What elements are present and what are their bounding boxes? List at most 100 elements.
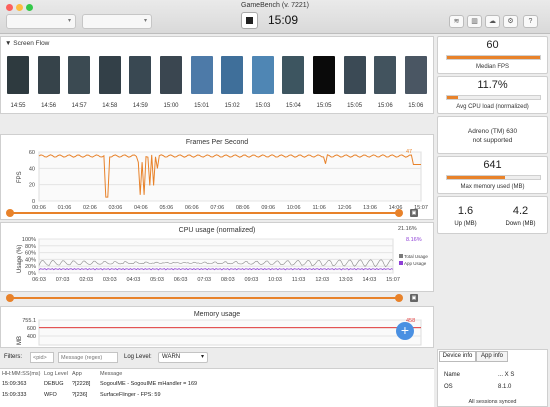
triangle-down-icon: ▼ — [5, 40, 12, 47]
app-select[interactable]: ▾ — [82, 14, 152, 29]
thumbnail-time: 14:56 — [41, 103, 57, 109]
cpu-chart-panel: CPU usage (normalized) Usage (%) 100% 80%… — [0, 222, 434, 292]
screenshot-thumbnail[interactable] — [7, 56, 29, 94]
screenshot-thumbnail[interactable] — [129, 56, 152, 94]
trash-button[interactable]: ▥ — [467, 15, 482, 28]
stop-icon — [246, 17, 253, 24]
cpu-load-value: 11.7% — [477, 79, 508, 91]
screenshot-thumbnail[interactable] — [343, 56, 366, 94]
screen-flow-header[interactable]: ▼ Screen Flow — [5, 40, 49, 47]
download-value: 4.2 — [512, 205, 529, 217]
plus-icon: + — [400, 322, 410, 338]
log-level: DEBUG — [44, 381, 64, 387]
cpu-x-tick: 06:03 — [32, 277, 46, 283]
log-level: WFO — [44, 392, 57, 398]
screenshot-thumbnail[interactable] — [313, 56, 335, 94]
gear-icon: ⚙ — [507, 18, 514, 25]
fps-slider-end-handle[interactable] — [395, 209, 403, 217]
network-card: 1.6 Up (MB) 4.2 Down (MB) — [437, 196, 548, 234]
memory-y-tick: 600 — [27, 326, 36, 332]
log-level-select[interactable]: WARN ▾ — [158, 352, 208, 363]
cpu-slider-start-handle[interactable] — [6, 294, 14, 302]
message-filter-input[interactable] — [58, 352, 118, 363]
thumbnail-time: 14:57 — [71, 103, 87, 109]
screenshot-thumbnail[interactable] — [374, 56, 397, 94]
screenshot-thumbnail[interactable] — [160, 56, 182, 94]
fps-chart: 604020000:06 01:06 02:06 03:06 04:06 05:06 06:… — [29, 150, 428, 211]
log-header-time[interactable]: HH:MM:SS(ms) — [2, 371, 41, 377]
median-fps-label: Median FPS — [475, 64, 509, 70]
thumbnail-time: 15:06 — [408, 103, 424, 109]
tab-device-info[interactable]: Device info — [439, 351, 476, 362]
lock-icon[interactable]: ▣ — [410, 209, 418, 217]
log-app: ?[236] — [72, 392, 88, 398]
gpu-status: not supported — [472, 137, 513, 144]
add-marker-button[interactable]: + — [396, 322, 414, 340]
cloud-upload-button[interactable]: ☁ — [485, 15, 500, 28]
settings-button[interactable]: ⚙ — [503, 15, 518, 28]
legend-app-label: App Usage — [404, 261, 427, 266]
median-fps-bar — [446, 55, 541, 60]
thumbnail-time: 14:58 — [102, 103, 118, 109]
cpu-x-tick: 04:03 — [127, 277, 141, 283]
wifi-button[interactable]: ≋ — [449, 15, 464, 28]
screenshot-thumbnail[interactable] — [221, 56, 244, 94]
fps-x-tick: 08:06 — [236, 205, 250, 211]
memory-bar-fill — [447, 176, 505, 179]
log-message: SogouIME - SogouIME mHandler = 169 — [100, 381, 198, 387]
screenshot-thumbnail[interactable] — [282, 56, 305, 94]
memory-chart-panel: Memory usage MB 755.1 600 400 458 + — [0, 306, 434, 348]
fps-x-tick: 12:06 — [338, 205, 352, 211]
screenshot-thumbnail[interactable] — [404, 56, 427, 94]
log-app: ?[2228] — [72, 381, 91, 387]
lock-icon[interactable]: ▣ — [410, 294, 418, 302]
fps-current-value: 47 — [406, 149, 413, 155]
fps-x-tick: 01:06 — [58, 205, 72, 211]
screenshot-thumbnail[interactable] — [37, 56, 60, 94]
cpu-load-label: Avg CPU load (normalized) — [456, 104, 529, 110]
screen-flow-title: Screen Flow — [13, 40, 50, 47]
cpu-timeline-slider[interactable] — [8, 297, 400, 299]
fps-x-tick: 04:06 — [134, 205, 148, 211]
sync-status: All sessions synced — [468, 399, 517, 405]
cpu-total-value: 21.16% — [398, 226, 417, 232]
fps-chart-panel: Frames Per Second FPS 60 40 20 0 00:06 01:06 0… — [0, 134, 434, 220]
fps-slider-start-handle[interactable] — [6, 209, 14, 217]
fps-x-tick: 10:06 — [287, 205, 301, 211]
screenshot-thumbnail[interactable] — [190, 56, 213, 94]
cpu-slider-end-handle[interactable] — [395, 294, 403, 302]
help-button[interactable]: ? — [523, 15, 538, 28]
screenshot-thumbnail[interactable] — [68, 56, 91, 94]
memory-card: 641 Max memory used (MB) — [437, 156, 548, 194]
stop-recording-button[interactable] — [241, 12, 258, 29]
log-level-label: Log Level: — [124, 354, 152, 360]
chevron-down-icon: ▾ — [143, 18, 147, 24]
chevron-down-icon: ▾ — [67, 18, 71, 24]
log-table: HH:MM:SS(ms) Log Level App Message 15:09… — [0, 368, 434, 407]
log-header-level[interactable]: Log Level — [44, 371, 68, 377]
screenshot-thumbnail[interactable] — [251, 56, 274, 94]
device-info-panel: Device info App info Name ... X S OS 8.1… — [437, 349, 548, 407]
cpu-x-tick: 14:03 — [363, 277, 377, 283]
pid-filter-input[interactable] — [30, 352, 54, 363]
log-header-app[interactable]: App — [72, 371, 82, 377]
fps-timeline-slider[interactable] — [8, 212, 400, 214]
fps-x-tick: 00:06 — [32, 205, 46, 211]
median-fps-bar-fill — [447, 56, 540, 59]
log-header-message[interactable]: Message — [100, 371, 122, 377]
device-os-value: 8.1.0 — [498, 384, 512, 390]
fps-x-tick: 09:06 — [261, 205, 275, 211]
legend-swatch-app — [399, 261, 403, 265]
log-time: 15:09:363 — [2, 381, 27, 387]
cpu-x-tick: 09:03 — [245, 277, 259, 283]
cpu-y-tick: 60% — [25, 251, 36, 257]
memory-max-label: Max memory used (MB) — [460, 184, 525, 190]
screenshot-thumbnail[interactable] — [98, 56, 121, 94]
device-select[interactable]: ▾ — [6, 14, 76, 29]
tab-app-info[interactable]: App info — [476, 351, 508, 362]
chevron-down-icon: ▾ — [200, 354, 204, 360]
thumbnail-time: 15:05 — [316, 103, 332, 109]
fps-x-tick: 07:06 — [210, 205, 224, 211]
help-icon: ? — [528, 18, 533, 25]
cpu-chart: 100%80%60%40%20%0%06:03 07:03 02:03 03:03 04… — [22, 237, 400, 283]
